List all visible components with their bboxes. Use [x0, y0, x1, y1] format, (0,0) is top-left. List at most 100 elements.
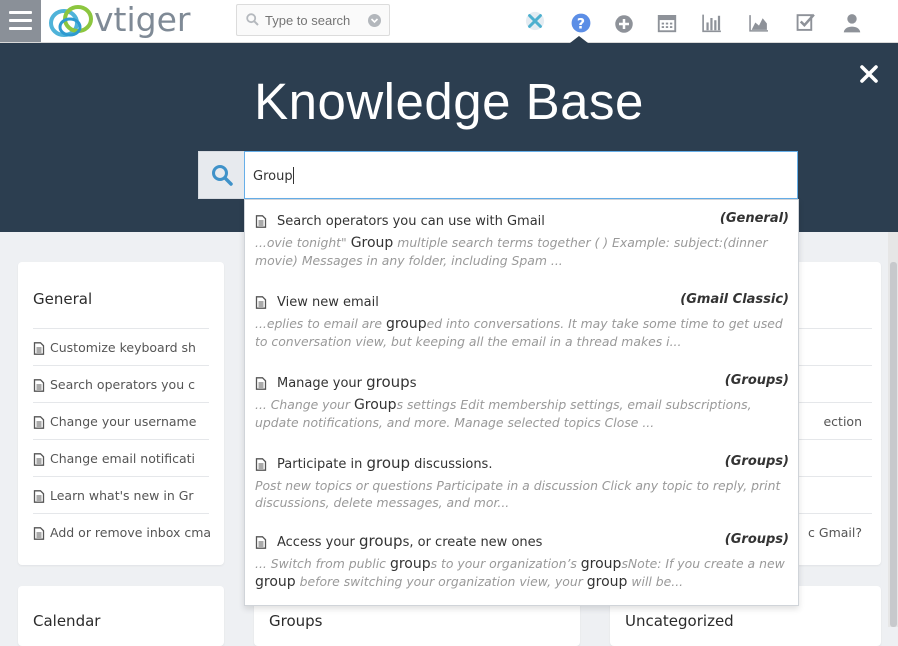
document-icon	[33, 379, 45, 397]
document-icon	[255, 215, 267, 233]
list-item-label: Add or remove inbox cmail	[50, 525, 212, 540]
chevron-down-icon[interactable]	[368, 14, 381, 27]
search-results-dropdown: Search operators you can use with Gmail (…	[244, 199, 799, 606]
result-title-text: s	[409, 376, 417, 391]
snippet-match: Group	[353, 397, 397, 413]
snippet-text: Post new topics or questions Participate…	[255, 478, 781, 510]
kb-search-button[interactable]	[198, 151, 245, 199]
snippet-text: ...ovie tonight"	[255, 235, 351, 250]
result-category: (Groups)	[724, 373, 789, 388]
result-title-text: s, or create new ones	[402, 535, 543, 550]
snippet-text: ... Switch from public	[255, 556, 390, 571]
vtiger-logo[interactable]: vtiger	[48, 0, 198, 39]
document-icon	[255, 296, 267, 314]
document-icon	[255, 377, 267, 395]
card-title-calendar: Calendar	[33, 612, 101, 630]
list-item-label: Change your username	[50, 414, 197, 429]
list-item[interactable]: Change email notificati	[33, 439, 209, 477]
result-snippet: ... Switch from public groups to your or…	[255, 555, 789, 591]
list-item-label: Search operators you c	[50, 377, 195, 392]
search-icon	[246, 13, 259, 26]
result-title[interactable]: View new email	[277, 292, 379, 310]
search-icon	[212, 165, 233, 186]
list-item[interactable]: Search operators you c	[33, 365, 209, 403]
general-card: General Customize keyboard sh Search oper…	[18, 262, 224, 565]
list-item[interactable]: Customize keyboard sh	[33, 328, 209, 366]
result-category: (General)	[719, 211, 789, 226]
document-icon	[33, 453, 45, 471]
reports-icon[interactable]	[702, 13, 722, 33]
snippet-match: group	[586, 574, 628, 590]
list-item[interactable]: Change your username	[33, 402, 209, 440]
snippet-text: ... Change your	[255, 397, 354, 412]
document-icon	[33, 342, 45, 360]
snippet-text: sNote: If you create a new	[621, 556, 785, 571]
scrollbar-thumb[interactable]	[890, 262, 897, 627]
result-title-text: Search operators you can use with Gmail	[277, 214, 545, 229]
result-title[interactable]: Search operators you can use with Gmail	[277, 211, 545, 229]
result-title-text: Manage your	[277, 376, 367, 391]
result-title[interactable]: Participate in group discussions.	[277, 454, 492, 472]
document-icon	[255, 458, 267, 476]
result-snippet: ...eplies to email are grouped into conv…	[255, 315, 789, 350]
tasks-icon[interactable]	[796, 12, 816, 32]
menu-icon[interactable]	[0, 0, 41, 42]
kb-search-field[interactable]	[244, 151, 798, 199]
text-cursor	[293, 167, 294, 184]
list-item-label: Learn what's new in Gr	[50, 488, 194, 503]
logo-text: vtiger	[94, 0, 191, 39]
calendar-card: Calendar	[18, 586, 224, 646]
help-icon[interactable]: ?	[571, 13, 591, 33]
close-icon[interactable]	[858, 63, 880, 85]
user-icon[interactable]	[842, 13, 862, 33]
result-title-match: group	[359, 532, 403, 550]
snippet-match: group	[580, 556, 622, 572]
card-title-groups: Groups	[269, 612, 323, 630]
snippet-text: will be...	[627, 574, 684, 589]
vtiger-cloud-icon	[49, 5, 93, 37]
kb-search-input[interactable]	[253, 166, 773, 186]
result-snippet: Post new topics or questions Participate…	[255, 477, 789, 512]
global-search[interactable]	[236, 4, 390, 36]
snippet-text: before switching your organization view,…	[295, 574, 587, 589]
calendar-icon[interactable]	[657, 13, 677, 33]
result-title-match: group	[366, 454, 411, 472]
vtiger-x-icon[interactable]	[525, 11, 545, 31]
svg-text:?: ?	[577, 16, 585, 32]
search-input[interactable]	[265, 11, 361, 29]
snippet-text: s to your organization’s	[430, 556, 581, 571]
result-category: (Groups)	[724, 454, 789, 469]
snippet-match: Group	[350, 235, 394, 251]
list-item-label: Change email notificati	[50, 451, 196, 466]
result-category: (Groups)	[724, 532, 789, 547]
document-icon	[33, 527, 45, 545]
list-item-label: Customize keyboard sh	[50, 340, 196, 355]
list-item[interactable]: Learn what's new in Gr	[33, 476, 209, 514]
card-title-general: General	[33, 290, 93, 308]
document-icon	[33, 416, 45, 434]
result-title[interactable]: Access your groups, or create new ones	[277, 532, 542, 550]
page-title: Knowledge Base	[254, 73, 644, 130]
document-icon	[33, 490, 45, 508]
snippet-match: group	[385, 316, 427, 332]
result-title-text: discussions.	[410, 457, 493, 472]
result-title-text: View new email	[277, 295, 379, 310]
list-item-label: c Gmail?	[808, 525, 862, 540]
snippet-match: group	[255, 574, 296, 590]
snippet-text: ...eplies to email are	[255, 316, 386, 331]
result-title-match: group	[366, 373, 410, 391]
list-item-label: ection	[823, 414, 862, 429]
document-icon	[255, 536, 267, 554]
result-title[interactable]: Manage your groups	[277, 373, 417, 391]
result-title-text: Access your	[277, 535, 359, 550]
result-snippet: ...ovie tonight" Group multiple search t…	[255, 234, 789, 269]
help-caret	[570, 36, 588, 43]
result-category: (Gmail Classic)	[680, 292, 789, 307]
result-title-text: Participate in	[277, 457, 367, 472]
snippet-match: group	[389, 556, 431, 572]
result-snippet: ... Change your Groups settings Edit mem…	[255, 396, 789, 431]
card-title-uncategorized: Uncategorized	[625, 612, 734, 630]
list-item[interactable]: Add or remove inbox cmail	[33, 513, 212, 551]
charts-icon[interactable]	[749, 13, 769, 33]
add-icon[interactable]	[614, 14, 634, 34]
